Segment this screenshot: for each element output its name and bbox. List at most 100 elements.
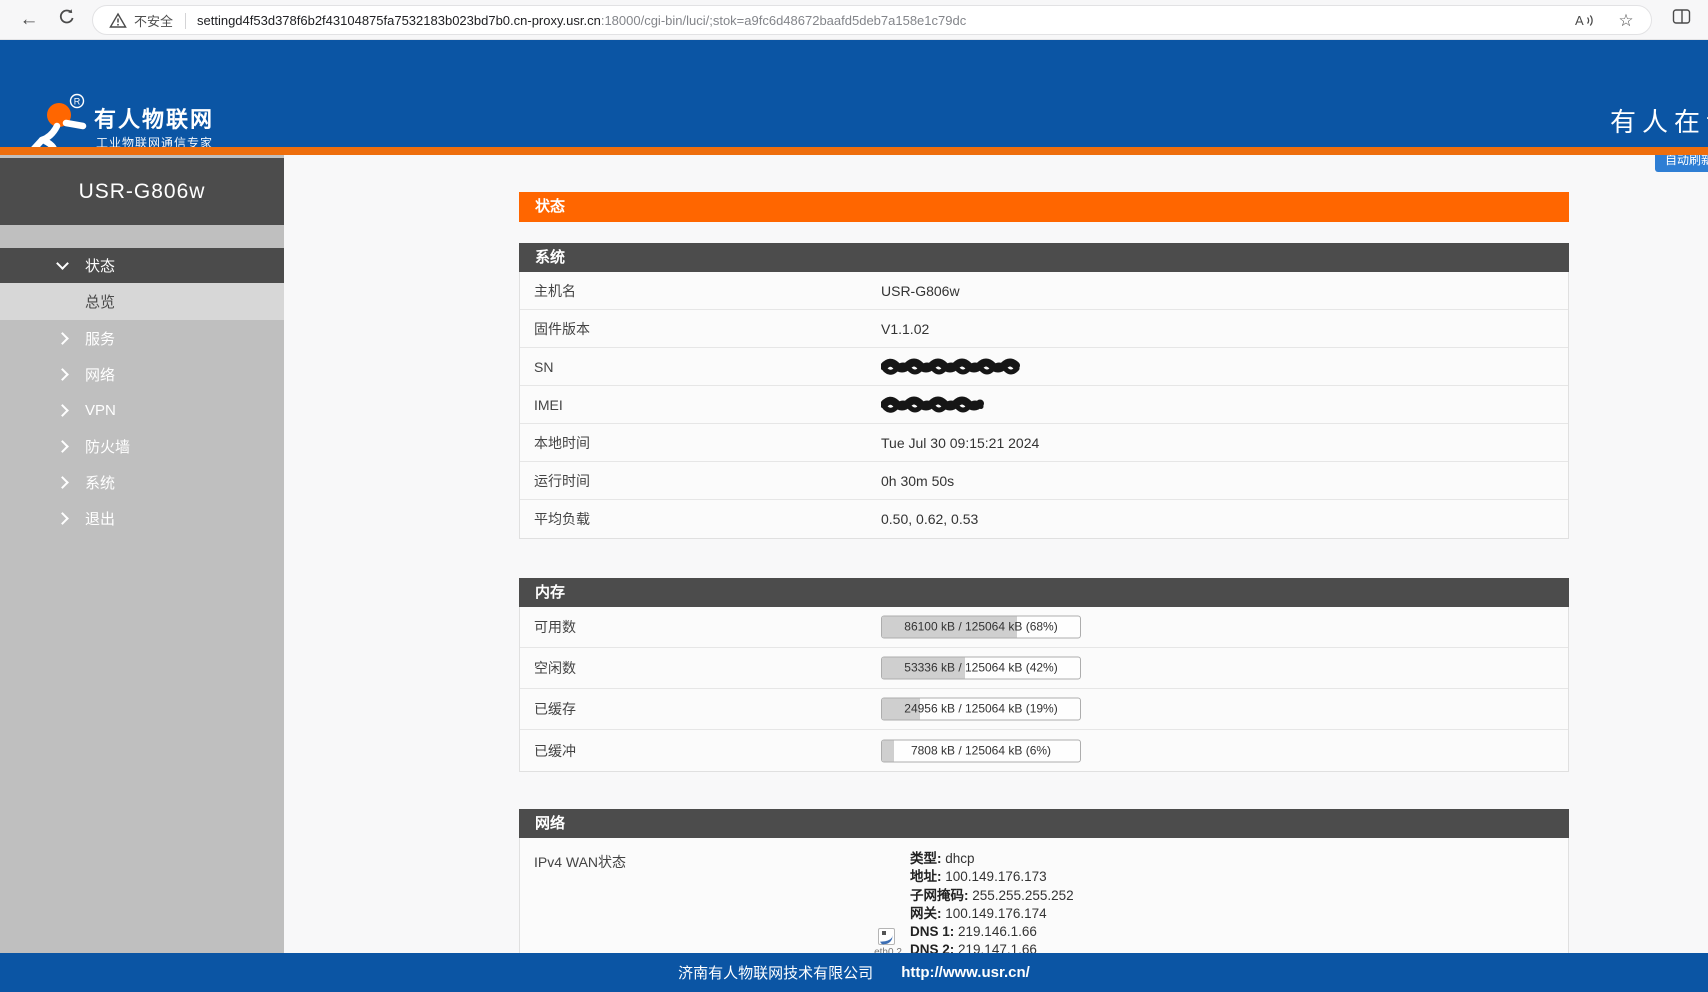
- favorite-star-button[interactable]: ☆: [1615, 11, 1637, 31]
- table-row: 已缓冲 7808 kB / 125064 kB (6%): [520, 730, 1568, 771]
- wan-status-label: IPv4 WAN状态: [534, 852, 626, 872]
- chevron-right-icon: [56, 404, 69, 417]
- sidebar-item-防火墙[interactable]: 防火墙: [0, 428, 284, 464]
- sidebar-item-状态[interactable]: 状态: [0, 248, 284, 283]
- split-screen-icon: [1672, 8, 1691, 25]
- ethernet-interface-icon: [878, 928, 895, 945]
- sidebar-item-总览[interactable]: 总览: [0, 283, 284, 320]
- table-row: SN: [520, 348, 1568, 386]
- divider: [185, 13, 186, 29]
- table-row: 主机名USR-G806w: [520, 272, 1568, 310]
- wan-details: 类型: dhcp地址: 100.149.176.173子网掩码: 255.255…: [910, 850, 1074, 960]
- row-label: 主机名: [534, 281, 576, 301]
- wan-detail-value: dhcp: [945, 851, 974, 866]
- row-label: 运行时间: [534, 471, 590, 491]
- sidebar-item-label: 总览: [85, 291, 115, 312]
- header-slogan: 有人在认: [1610, 102, 1708, 139]
- chevron-right-icon: [56, 476, 69, 489]
- sidebar-item-服务[interactable]: 服务: [0, 320, 284, 356]
- row-label: 固件版本: [534, 319, 590, 339]
- wan-detail-key: 网关:: [910, 906, 942, 921]
- sidebar: USR-G806w 状态总览服务网络 VPN 防火墙系统退出: [0, 155, 284, 953]
- svg-text:A: A: [1575, 13, 1584, 28]
- read-aloud-icon: A: [1573, 11, 1595, 29]
- table-row: 可用数 86100 kB / 125064 kB (68%): [520, 607, 1568, 648]
- memory-progress-bar: 7808 kB / 125064 kB (6%): [881, 739, 1081, 762]
- section-header-memory: 内存: [519, 578, 1569, 607]
- memory-progress-bar: 24956 kB / 125064 kB (19%): [881, 698, 1081, 721]
- sidebar-item-网络[interactable]: 网络: [0, 356, 284, 392]
- url-host: settingd4f53d378f6b2f43104875fa7532183b0…: [197, 13, 601, 28]
- progress-text: 24956 kB / 125064 kB (19%): [882, 699, 1080, 720]
- sidebar-item-VPN[interactable]: VPN: [0, 392, 284, 428]
- address-bar[interactable]: 不安全 settingd4f53d378f6b2f43104875fa75321…: [92, 5, 1652, 35]
- site-header: R 有人物联网 工业物联网通信专家 有人在认 自动刷新 开: [0, 40, 1708, 147]
- footer: 济南有人物联网技术有限公司 http://www.usr.cn/: [0, 953, 1708, 992]
- wan-detail-line: 类型: dhcp: [910, 850, 1074, 868]
- wan-detail-key: DNS 1:: [910, 924, 954, 939]
- footer-link[interactable]: http://www.usr.cn/: [901, 964, 1030, 981]
- table-row: 本地时间Tue Jul 30 09:15:21 2024: [520, 424, 1568, 462]
- sidebar-item-label: 状态: [85, 255, 115, 276]
- split-screen-button[interactable]: [1668, 8, 1694, 32]
- device-name: USR-G806w: [0, 158, 284, 225]
- url-text: settingd4f53d378f6b2f43104875fa7532183b0…: [197, 13, 966, 28]
- sidebar-item-系统[interactable]: 系统: [0, 464, 284, 500]
- chevron-right-icon: [56, 440, 69, 453]
- row-label: 平均负载: [534, 509, 590, 529]
- table-row: 固件版本 V1.1.02: [520, 310, 1568, 348]
- row-label: 已缓冲: [534, 741, 576, 761]
- brand-title: 有人物联网: [94, 102, 214, 134]
- sidebar-item-退出[interactable]: 退出: [0, 500, 284, 536]
- table-row: 运行时间 0h 30m 50s: [520, 462, 1568, 500]
- chevron-right-icon: [56, 368, 69, 381]
- sidebar-item-label: 服务: [85, 328, 115, 349]
- table-row: IMEI: [520, 386, 1568, 424]
- memory-progress-bar: 53336 kB / 125064 kB (42%): [881, 657, 1081, 680]
- security-label: 不安全: [134, 11, 173, 30]
- row-label: 空闲数: [534, 658, 576, 678]
- sidebar-menu: 状态总览服务网络 VPN 防火墙系统退出: [0, 248, 284, 536]
- sidebar-item-label: 退出: [85, 508, 115, 529]
- memory-progress-bar: 86100 kB / 125064 kB (68%): [881, 616, 1081, 639]
- sidebar-item-label: VPN: [85, 402, 116, 419]
- sidebar-item-label: 防火墙: [85, 436, 130, 457]
- table-row: 空闲数 53336 kB / 125064 kB (42%): [520, 648, 1568, 689]
- wan-detail-key: 地址:: [910, 869, 942, 884]
- sidebar-item-label: 系统: [85, 472, 115, 493]
- sidebar-item-label: 网络: [85, 364, 115, 385]
- wan-detail-line: 子网掩码: 255.255.255.252: [910, 887, 1074, 905]
- back-button[interactable]: ←: [16, 8, 42, 32]
- chevron-down-icon: [56, 257, 69, 270]
- wan-detail-key: 类型:: [910, 851, 942, 866]
- section-header-network: 网络: [519, 809, 1569, 838]
- row-value: 0h 30m 50s: [881, 473, 954, 489]
- row-label: 可用数: [534, 617, 576, 637]
- screen: ← 不安全 settingd4f53d378f6b2f43104875fa753…: [0, 0, 1708, 992]
- wan-detail-line: 地址: 100.149.176.173: [910, 868, 1074, 886]
- row-value: V1.1.02: [881, 321, 929, 337]
- warning-icon: [109, 12, 127, 29]
- browser-toolbar: ← 不安全 settingd4f53d378f6b2f43104875fa753…: [0, 0, 1708, 40]
- progress-text: 86100 kB / 125064 kB (68%): [882, 617, 1080, 638]
- progress-text: 7808 kB / 125064 kB (6%): [882, 740, 1080, 761]
- refresh-icon: [58, 8, 76, 26]
- redacted-value: [881, 396, 993, 413]
- refresh-button[interactable]: [54, 8, 80, 32]
- progress-text: 53336 kB / 125064 kB (42%): [882, 658, 1080, 679]
- row-label: 已缓存: [534, 699, 576, 719]
- footer-company: 济南有人物联网技术有限公司: [678, 962, 873, 983]
- row-label: 本地时间: [534, 433, 590, 453]
- wan-detail-line: DNS 1: 219.146.1.66: [910, 923, 1074, 941]
- section-header-system: 系统: [519, 243, 1569, 272]
- redaction-scribble: [881, 396, 993, 413]
- row-value: 0.50, 0.62, 0.53: [881, 511, 978, 527]
- security-indicator[interactable]: 不安全: [109, 11, 173, 30]
- chevron-right-icon: [56, 512, 69, 525]
- accent-strip: [0, 147, 1708, 155]
- wan-detail-value: 100.149.176.173: [945, 869, 1046, 884]
- read-aloud-button[interactable]: A: [1573, 11, 1595, 31]
- redacted-value: [881, 358, 1029, 375]
- svg-text:R: R: [74, 97, 81, 107]
- memory-table: 可用数 86100 kB / 125064 kB (68%) 空闲数 53336 kB…: [519, 607, 1569, 772]
